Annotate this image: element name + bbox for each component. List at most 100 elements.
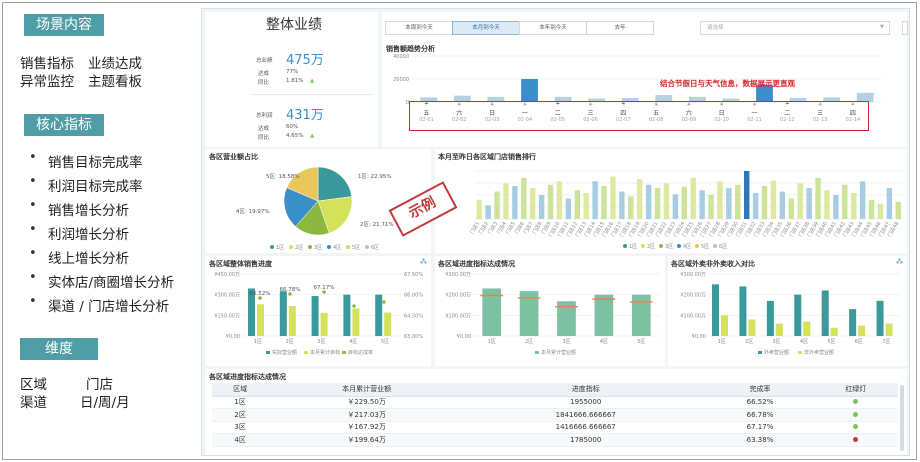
col-rate[interactable]: 完成率 bbox=[706, 383, 814, 397]
trend-annotation: 结合节假日与天气信息，数据展示更直观 bbox=[660, 79, 795, 88]
legend-label: 非外卖营业额 bbox=[804, 349, 834, 356]
metric-item: 渠道 / 门店增长分析 bbox=[29, 294, 169, 315]
left-panel: 场景内容 销售指标 业绩达成 异常监控 主题看板 核心指标 销售目标完成率 利润… bbox=[0, 0, 200, 462]
date-label: 02-07 bbox=[616, 117, 631, 123]
date-label: 02-01 bbox=[419, 117, 434, 123]
kpi-label: 总业绩 bbox=[256, 58, 273, 64]
weekday-label: 四 bbox=[620, 110, 627, 117]
dim-item: 区域 bbox=[20, 377, 47, 393]
brand-select[interactable]: 请选择 bbox=[700, 21, 890, 35]
weather-calendar: ☂ 五 02-01 ☀ 六 02-02 ☀ 日 02-03 ☀ 一 02-04 ☂ 二 02-05 ☀ 三 02-… bbox=[409, 101, 869, 131]
date-label: 02-11 bbox=[747, 117, 762, 123]
cell-revenue: ￥217.03万 bbox=[268, 408, 465, 422]
rank-bar bbox=[476, 199, 482, 219]
rank-bar bbox=[530, 188, 536, 219]
trend-up-icon: ▲ bbox=[310, 133, 315, 139]
cell-rate: 66.52% bbox=[706, 396, 814, 409]
x-tick-label: 1区 bbox=[718, 339, 726, 345]
weekday-label: 一 bbox=[521, 110, 528, 117]
legend-label: 本月累计目标 bbox=[310, 349, 340, 356]
tab-week[interactable]: 本周到今天 bbox=[385, 21, 453, 35]
x-tick-label: 1区 bbox=[254, 339, 262, 345]
delivery-bar bbox=[849, 309, 857, 336]
weather-day-cell: ☀ 五 02-08 bbox=[641, 102, 672, 130]
scene-item: 主题看板 bbox=[88, 74, 142, 90]
col-target[interactable]: 进度指标 bbox=[464, 383, 707, 397]
scene-item: 业绩达成 bbox=[88, 56, 142, 72]
weather-day-cell: ☀ 六 02-02 bbox=[444, 102, 475, 130]
kpi-value: 475万 bbox=[286, 53, 324, 68]
x-tick-label: 2区 bbox=[286, 339, 294, 345]
kpi-value: 431万 bbox=[286, 108, 324, 123]
weather-day-cell: ☂ 四 02-07 bbox=[608, 102, 639, 130]
metric-item: 销售目标完成率 bbox=[29, 150, 142, 171]
y-tick-label: ¥300.00万 bbox=[445, 272, 471, 278]
rate-label: 66.52% bbox=[250, 291, 271, 297]
rank-bar bbox=[574, 190, 580, 219]
kpi-sublabel: 同比 bbox=[258, 80, 270, 86]
weekday-label: 三 bbox=[587, 110, 594, 117]
legend-label: 3区 bbox=[314, 245, 322, 251]
y2-tick-label: 64.50% bbox=[404, 313, 423, 319]
rank-bar bbox=[681, 186, 687, 219]
kpi-subvalue: 60% bbox=[286, 124, 299, 130]
weather-day-cell: ☀ 六 02-09 bbox=[673, 102, 704, 130]
x-tick-label: 1区 bbox=[488, 339, 496, 345]
cell-revenue: ￥199.64万 bbox=[268, 433, 465, 447]
x-tick-label: 5区 bbox=[827, 339, 835, 345]
cell-target: 1785000 bbox=[464, 433, 707, 447]
x-tick-label: 2区 bbox=[525, 339, 533, 345]
cell-rate: 66.78% bbox=[706, 408, 814, 422]
chart-settings-icon[interactable]: ⁂ bbox=[420, 258, 427, 266]
kpi-card: 整体业绩 总业绩 475万 达成 77% 同比 1.81% ▲ 总利润 431万… bbox=[206, 12, 378, 147]
tab-year[interactable]: 本年到今天 bbox=[519, 21, 587, 35]
col-revenue[interactable]: 本月累计营业额 bbox=[268, 383, 465, 397]
rank-bar bbox=[521, 177, 527, 219]
unused bbox=[902, 21, 908, 35]
cell-revenue: ￥229.50万 bbox=[268, 396, 465, 409]
pie-card: 各区营业额占比 1区: 22.95% 2区: 21.71% 4区: 19.97% 5区… bbox=[206, 149, 431, 253]
col-light[interactable]: 红绿灯 bbox=[813, 383, 898, 397]
x-tick-label: 3区 bbox=[317, 339, 325, 345]
rank-bar bbox=[547, 184, 554, 219]
metric-item: 利润增长分析 bbox=[29, 222, 129, 243]
cell-target: 1841666.666667 bbox=[464, 408, 707, 422]
metric-item: 销售增长分析 bbox=[29, 198, 129, 219]
cell-light bbox=[813, 421, 898, 434]
table-row: 2区 ￥217.03万 1841666.666667 66.78% bbox=[212, 408, 898, 422]
legend-label: 5区 bbox=[352, 245, 360, 251]
legend-label: 6区 bbox=[371, 245, 379, 251]
trend-chart: 40000200000 bbox=[393, 54, 882, 106]
col-region[interactable]: 区域 bbox=[212, 383, 269, 397]
date-label: 02-04 bbox=[517, 117, 533, 123]
cell-region: 3区 bbox=[212, 421, 269, 434]
y-tick-label: ¥0.00 bbox=[226, 334, 240, 340]
weather-day-cell: ☀ 三 02-06 bbox=[575, 102, 606, 130]
tab-last-year[interactable]: 去年 bbox=[586, 21, 654, 35]
trend-up-icon: ▲ bbox=[310, 78, 315, 84]
tab-month[interactable]: 本月到今天 bbox=[452, 21, 520, 35]
y-tick-label: ¥0.00 bbox=[457, 334, 471, 340]
progress-bar bbox=[311, 296, 319, 336]
legend-swatch bbox=[270, 245, 274, 249]
cell-light bbox=[813, 408, 898, 422]
table-header-row: 区域 本月累计营业额 进度指标 完成率 红绿灯 bbox=[212, 383, 898, 397]
delivery-bar bbox=[821, 290, 829, 336]
weather-day-cell: ☀ 一 02-04 bbox=[509, 102, 540, 130]
delivery-bar bbox=[830, 327, 838, 336]
rank-bar bbox=[815, 177, 821, 219]
section-dims: 维度 bbox=[20, 338, 98, 360]
metric-item: 实体店/商圈增长分析 bbox=[29, 270, 174, 291]
weekday-label: 四 bbox=[849, 110, 856, 117]
chart-settings-icon[interactable]: ⁂ bbox=[896, 258, 903, 266]
weather-day-cell: ☀ 四 02-14 bbox=[837, 102, 868, 130]
table-scrollbar[interactable] bbox=[900, 385, 904, 451]
rank-bar bbox=[699, 190, 705, 219]
table-title: 各区域进度指标达成情况 bbox=[209, 373, 286, 381]
x-tick-label: 7区 bbox=[882, 339, 890, 345]
weather-day-cell: ☂ 二 02-05 bbox=[542, 102, 573, 130]
cell-target: 1416666.666667 bbox=[464, 421, 707, 434]
y-tick-label: ¥150.00万 bbox=[214, 313, 240, 319]
delivery-bar bbox=[766, 300, 774, 336]
delivery-bar bbox=[748, 319, 756, 336]
